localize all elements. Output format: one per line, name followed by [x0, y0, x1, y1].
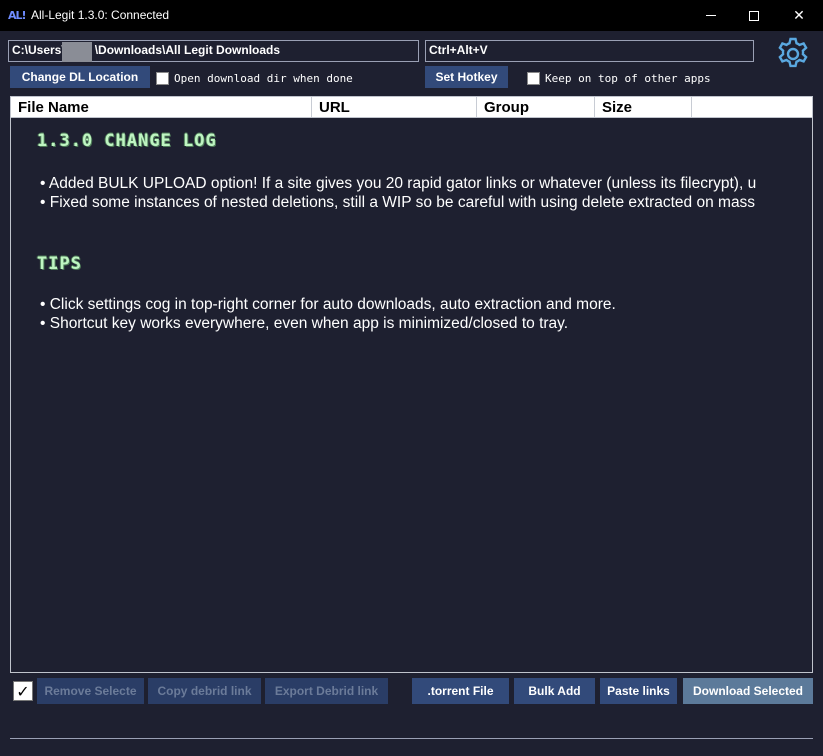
open-dir-checkbox-row[interactable]: Open download dir when done [156, 72, 353, 85]
tips-line: • Shortcut key works everywhere, even wh… [40, 315, 569, 332]
tips-line: • Click settings cog in top-right corner… [40, 296, 616, 313]
close-button[interactable]: ✕ [776, 0, 822, 31]
settings-gear-icon[interactable] [775, 36, 811, 72]
close-icon: ✕ [793, 7, 805, 24]
app-logo-icon: AL! [8, 9, 27, 22]
torrent-file-button[interactable]: .torrent File [412, 678, 509, 704]
download-list-area[interactable]: 1.3.0 CHANGE LOG • Added BULK UPLOAD opt… [10, 118, 813, 673]
maximize-icon [749, 10, 759, 21]
changelog-heading: 1.3.0 CHANGE LOG [37, 131, 217, 151]
redacted-username [62, 42, 92, 62]
column-url[interactable]: URL [312, 97, 477, 117]
open-dir-checkbox[interactable] [156, 72, 169, 85]
keep-on-top-checkbox[interactable] [527, 72, 540, 85]
status-bar-divider [10, 738, 813, 739]
minimize-button[interactable] [688, 0, 734, 31]
paste-links-button[interactable]: Paste links [600, 678, 677, 704]
table-header: File Name URL Group Size [10, 96, 813, 118]
open-dir-label: Open download dir when done [174, 72, 353, 85]
hotkey-field[interactable]: Ctrl+Alt+V [425, 40, 754, 62]
column-size[interactable]: Size [595, 97, 692, 117]
set-hotkey-button[interactable]: Set Hotkey [425, 66, 508, 88]
select-all-checkbox[interactable]: ✓ [13, 681, 33, 701]
keep-on-top-label: Keep on top of other apps [545, 72, 711, 85]
download-selected-button[interactable]: Download Selected [683, 678, 813, 704]
column-filler [692, 97, 812, 117]
title-bar: AL! All-Legit 1.3.0: Connected ✕ [0, 0, 823, 31]
change-dl-location-button[interactable]: Change DL Location [10, 66, 150, 88]
minimize-icon [706, 15, 716, 16]
keep-on-top-checkbox-row[interactable]: Keep on top of other apps [527, 72, 711, 85]
maximize-button[interactable] [731, 0, 777, 31]
remove-selected-button[interactable]: Remove Selecte [37, 678, 144, 704]
changelog-line: • Fixed some instances of nested deletio… [40, 194, 756, 211]
tips-heading: TIPS [37, 254, 82, 274]
column-group[interactable]: Group [477, 97, 595, 117]
copy-debrid-link-button[interactable]: Copy debrid link [148, 678, 261, 704]
changelog-line: • Added BULK UPLOAD option! If a site gi… [40, 175, 757, 192]
window-title: All-Legit 1.3.0: Connected [31, 8, 170, 22]
bulk-add-button[interactable]: Bulk Add [514, 678, 595, 704]
export-debrid-link-button[interactable]: Export Debrid link [265, 678, 388, 704]
column-file-name[interactable]: File Name [11, 97, 312, 117]
